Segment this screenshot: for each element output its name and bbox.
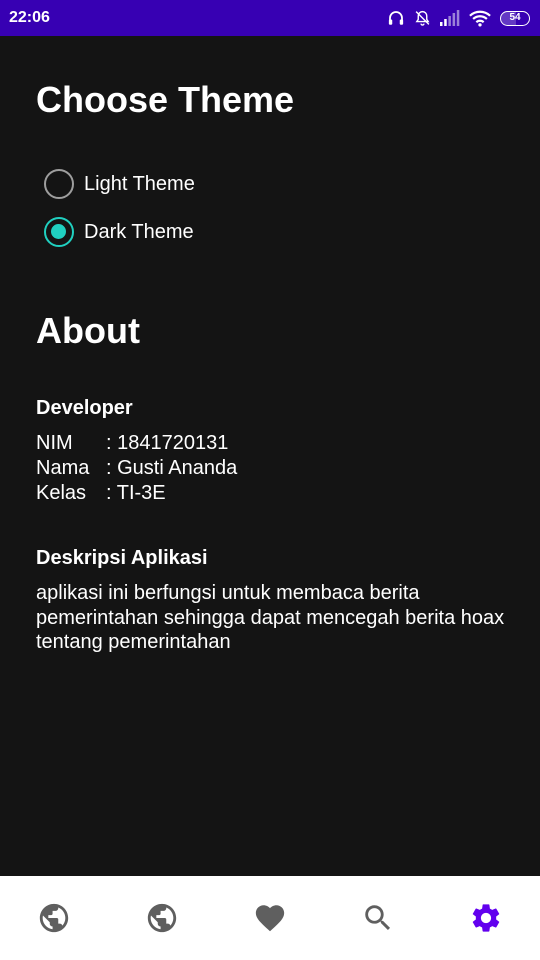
light-theme-option[interactable]: Light Theme: [44, 169, 195, 199]
nim-value: : 1841720131: [106, 432, 229, 454]
light-theme-label: Light Theme: [84, 172, 195, 195]
nav-item-favorites[interactable]: [216, 876, 324, 960]
bottom-navigation: [0, 876, 540, 960]
nim-key: NIM: [36, 432, 73, 454]
settings-screen: Choose Theme Light Theme Dark Theme Abou…: [0, 36, 540, 876]
kelas-key: Kelas: [36, 482, 87, 504]
info-row-nama: Nama : Gusti Ananda: [36, 457, 237, 480]
light-theme-radio[interactable]: [44, 169, 74, 199]
dark-theme-radio[interactable]: [44, 217, 74, 247]
info-row-nim: NIM : 1841720131: [36, 432, 228, 455]
kelas-value: : TI-3E: [106, 482, 166, 504]
globe-icon: [39, 903, 69, 933]
nama-key: Nama: [36, 457, 90, 479]
battery-level: 54: [509, 12, 521, 23]
choose-theme-title: Choose Theme: [36, 79, 295, 120]
nama-value: : Gusti Ananda: [106, 457, 238, 479]
status-time: 22:06: [9, 9, 50, 26]
nav-item-globe-1[interactable]: [0, 876, 108, 960]
wifi-icon: [469, 10, 491, 27]
bell-off-icon: [415, 10, 430, 26]
settings-gear-icon: [472, 904, 500, 932]
description-heading: Deskripsi Aplikasi: [36, 547, 208, 569]
nav-item-globe-2[interactable]: [108, 876, 216, 960]
search-icon: [365, 905, 391, 931]
info-row-kelas: Kelas : TI-3E: [36, 482, 166, 505]
signal-icon: [440, 10, 460, 26]
nav-item-search[interactable]: [324, 876, 432, 960]
status-icons: 54: [387, 9, 530, 27]
heart-icon: [255, 905, 285, 932]
globe-icon: [147, 903, 177, 933]
about-title: About: [36, 310, 140, 351]
headphones-icon: [388, 11, 404, 25]
nav-item-settings[interactable]: [432, 876, 540, 960]
dark-theme-option[interactable]: Dark Theme: [44, 217, 194, 247]
developer-heading: Developer: [36, 397, 133, 419]
status-bar: 22:06 54: [0, 0, 540, 36]
dark-theme-label: Dark Theme: [84, 220, 194, 243]
battery-icon: 54: [500, 10, 530, 26]
description-text: aplikasi ini berfungsi untuk membaca ber…: [36, 582, 505, 653]
